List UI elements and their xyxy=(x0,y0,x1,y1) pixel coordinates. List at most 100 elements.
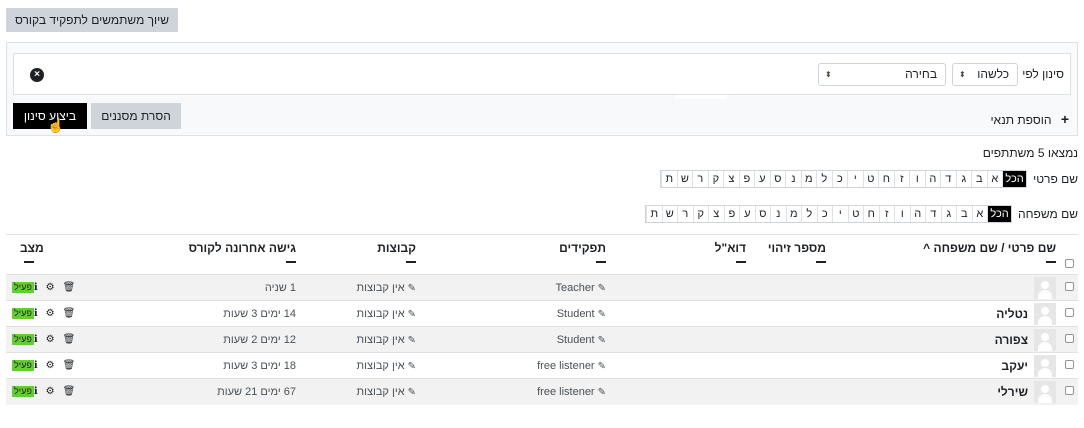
collapse-column-icon[interactable] xyxy=(736,261,746,263)
initial-letter[interactable]: צ xyxy=(708,206,724,222)
row-checkbox[interactable] xyxy=(1065,307,1074,317)
collapse-column-icon[interactable] xyxy=(596,261,606,263)
clear-filters-button[interactable]: הסרת מסננים xyxy=(91,103,181,129)
participant-name-link[interactable]: יעקב xyxy=(1001,359,1028,373)
initial-letter[interactable]: ה xyxy=(924,171,941,187)
info-icon[interactable]: ℹ xyxy=(34,334,38,345)
initial-letter[interactable]: ו xyxy=(894,206,910,222)
match-select[interactable]: כלשהו ⬍ xyxy=(952,63,1018,86)
initial-letter[interactable]: ל xyxy=(816,171,832,187)
info-icon[interactable]: ℹ xyxy=(34,386,38,397)
info-icon[interactable]: ℹ xyxy=(34,282,38,293)
initial-letter[interactable]: ת xyxy=(646,206,662,222)
trash-icon[interactable]: 🗑 xyxy=(63,360,76,371)
column-header-email[interactable]: דוא"ל xyxy=(606,234,746,275)
initial-letter[interactable]: ה xyxy=(909,206,926,222)
pencil-icon[interactable]: ✎ xyxy=(598,309,606,320)
initial-letter[interactable]: פ xyxy=(738,171,755,187)
gear-icon[interactable]: ⚙ xyxy=(46,282,55,293)
initial-letter[interactable]: ח xyxy=(863,206,879,222)
trash-icon[interactable]: 🗑 xyxy=(63,386,76,397)
avatar[interactable] xyxy=(1034,380,1056,403)
trash-icon[interactable]: 🗑 xyxy=(63,308,76,319)
initial-letter[interactable]: ז xyxy=(893,171,910,187)
initial-letter[interactable]: ר xyxy=(677,206,693,222)
pencil-icon[interactable]: ✎ xyxy=(408,283,416,294)
avatar[interactable] xyxy=(1034,354,1056,377)
pencil-icon[interactable]: ✎ xyxy=(408,361,416,372)
initial-letter[interactable]: ז xyxy=(878,206,895,222)
initial-letter[interactable]: צ xyxy=(723,171,739,187)
initial-letter[interactable]: מ xyxy=(800,171,817,187)
initial-letter[interactable]: ח xyxy=(878,171,894,187)
pencil-icon[interactable]: ✎ xyxy=(408,309,416,320)
initial-letter[interactable]: ט xyxy=(862,171,879,187)
initial-letter[interactable]: ש xyxy=(661,206,678,222)
initial-letter[interactable]: ר xyxy=(692,171,708,187)
pencil-icon[interactable]: ✎ xyxy=(598,361,606,372)
column-header-name[interactable]: שם פרטי / שם משפחה ^ xyxy=(826,234,1056,275)
initial-letter[interactable]: ב xyxy=(956,206,972,222)
gear-icon[interactable]: ⚙ xyxy=(46,334,55,345)
initial-letter[interactable]: כ xyxy=(816,206,833,222)
initial-letter[interactable]: מ xyxy=(785,206,802,222)
initial-letter[interactable]: ב xyxy=(971,171,987,187)
participant-name-link[interactable]: שירלי xyxy=(997,385,1028,399)
column-header-groups[interactable]: קבוצות xyxy=(296,234,416,275)
initial-letter[interactable]: ע xyxy=(754,171,770,187)
initial-letter[interactable]: ד xyxy=(940,171,956,187)
initial-letter[interactable]: ס xyxy=(769,171,786,187)
initial-letter[interactable]: ג xyxy=(955,171,972,187)
avatar[interactable] xyxy=(1034,328,1056,351)
column-header-roles[interactable]: תפקידים xyxy=(416,234,606,275)
avatar[interactable] xyxy=(1034,276,1056,299)
column-header-idnumber[interactable]: מספר זיהוי xyxy=(746,234,826,275)
add-condition-link[interactable]: + הוספת תנאי xyxy=(990,111,1069,127)
initial-all[interactable]: הכל xyxy=(987,206,1012,222)
participant-name-link[interactable]: צפורה xyxy=(995,333,1028,347)
initial-letter[interactable]: נ xyxy=(770,206,786,222)
row-checkbox[interactable] xyxy=(1065,333,1074,343)
enrol-users-button[interactable]: שיוך משתמשים לתפקיד בקורס xyxy=(6,8,178,32)
collapse-column-icon[interactable] xyxy=(406,261,416,263)
initial-letter[interactable]: ט xyxy=(847,206,864,222)
select-all-checkbox[interactable] xyxy=(1065,259,1074,268)
remove-condition-icon[interactable]: × xyxy=(30,68,44,82)
gear-icon[interactable]: ⚙ xyxy=(46,308,55,319)
avatar[interactable] xyxy=(1034,302,1056,325)
initial-letter[interactable]: י xyxy=(847,171,863,187)
pencil-icon[interactable]: ✎ xyxy=(598,335,606,346)
trash-icon[interactable]: 🗑 xyxy=(63,334,76,345)
pencil-icon[interactable]: ✎ xyxy=(408,335,416,346)
initial-letter[interactable]: ל xyxy=(801,206,817,222)
pencil-icon[interactable]: ✎ xyxy=(598,387,606,398)
initial-letter[interactable]: ע xyxy=(739,206,755,222)
initial-all[interactable]: הכל xyxy=(1002,171,1027,187)
initial-letter[interactable]: ד xyxy=(925,206,941,222)
initial-letter[interactable]: ס xyxy=(754,206,771,222)
initial-letter[interactable]: ת xyxy=(661,171,677,187)
initial-letter[interactable]: נ xyxy=(785,171,801,187)
initial-letter[interactable]: ג xyxy=(940,206,957,222)
info-icon[interactable]: ℹ xyxy=(34,308,38,319)
participant-name-link[interactable]: נטליה xyxy=(996,307,1028,321)
initial-letter[interactable]: ו xyxy=(909,171,925,187)
info-icon[interactable]: ℹ xyxy=(34,360,38,371)
initial-letter[interactable]: פ xyxy=(723,206,740,222)
trash-icon[interactable]: 🗑 xyxy=(63,282,76,293)
filter-type-select[interactable]: בחירה ⬍ xyxy=(818,63,946,86)
initial-letter[interactable]: ק xyxy=(707,171,724,187)
column-header-lastaccess[interactable]: גישה אחרונה לקורס xyxy=(134,234,296,275)
pencil-icon[interactable]: ✎ xyxy=(598,283,606,294)
pencil-icon[interactable]: ✎ xyxy=(408,387,416,398)
row-checkbox[interactable] xyxy=(1065,359,1074,369)
initial-letter[interactable]: א xyxy=(986,171,1003,187)
initial-letter[interactable]: א xyxy=(971,206,988,222)
initial-letter[interactable]: כ xyxy=(831,171,848,187)
initial-letter[interactable]: ש xyxy=(676,171,693,187)
gear-icon[interactable]: ⚙ xyxy=(46,360,55,371)
row-checkbox[interactable] xyxy=(1065,281,1074,291)
collapse-column-icon[interactable] xyxy=(24,261,34,263)
collapse-column-icon[interactable] xyxy=(1046,261,1056,263)
gear-icon[interactable]: ⚙ xyxy=(46,386,55,397)
